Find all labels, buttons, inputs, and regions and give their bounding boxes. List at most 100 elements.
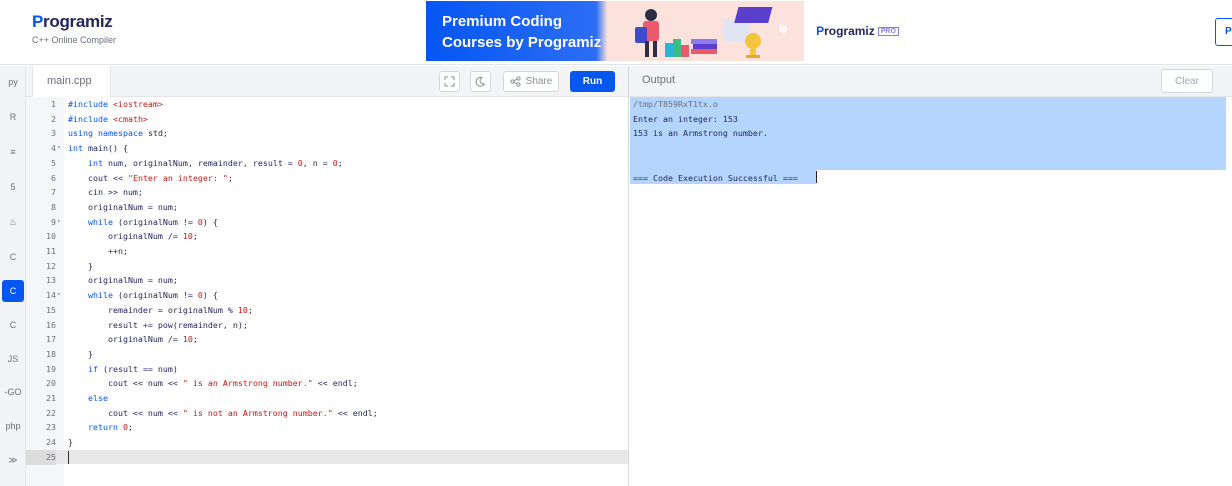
code-line[interactable]: 10 originalNum /= 10;: [26, 229, 628, 244]
output-line: === Code Execution Successful ===: [633, 172, 798, 183]
c-icon[interactable]: C: [2, 246, 24, 268]
code-line[interactable]: 7 cin >> num;: [26, 185, 628, 200]
code-text: }: [68, 437, 73, 448]
run-button[interactable]: Run: [570, 71, 615, 92]
line-number: 11: [46, 246, 56, 256]
clear-button[interactable]: Clear: [1161, 69, 1213, 93]
code-line[interactable]: 20 cout << num << " is an Armstrong numb…: [26, 376, 628, 391]
line-number: 16: [46, 319, 56, 330]
sql-icon[interactable]: ≡: [2, 141, 24, 163]
code-text: cout << num << " is not an Armstrong num…: [68, 407, 378, 418]
code-text: int num, originalNum, remainder, result …: [87, 157, 343, 168]
banner-title-line1: Premium Coding: [442, 13, 563, 30]
top-header: Programiz C++ Online Compiler Premium Co…: [0, 0, 1232, 65]
banner-title-line2: Courses by Programiz: [442, 34, 602, 51]
line-number: 12: [46, 260, 56, 271]
fold-arrow-icon[interactable]: ▾: [57, 288, 61, 303]
header-edge-button[interactable]: P: [1215, 18, 1232, 46]
banner-title: Premium Coding Courses by Programiz: [442, 11, 612, 53]
fold-arrow-icon[interactable]: ▾: [57, 141, 61, 156]
moon-icon: [475, 76, 486, 87]
code-line[interactable]: 1 #include <iostream>: [26, 97, 628, 112]
line-number: 3: [51, 128, 56, 139]
code-line[interactable]: 25: [26, 449, 628, 465]
line-number: 23: [46, 422, 56, 433]
fullscreen-icon: [444, 76, 455, 87]
line-number: 4: [51, 143, 56, 154]
text-cursor: [68, 450, 69, 464]
code-line[interactable]: 19 if (result == num): [26, 362, 628, 377]
promo-banner[interactable]: Premium Coding Courses by Programiz Prog…: [426, 1, 911, 61]
cpp-icon[interactable]: C: [2, 280, 24, 302]
code-line[interactable]: 9 ▾ while (originalNum != 0) {: [26, 215, 628, 230]
fullscreen-button[interactable]: [439, 71, 460, 92]
line-number: 18: [46, 348, 56, 359]
code-line[interactable]: 4 ▾ int main() {: [26, 141, 628, 156]
output-line: /tmp/T859RxT1tx.o: [633, 99, 718, 109]
r-icon[interactable]: R: [2, 106, 24, 128]
language-sidebar: py R ≡ 5 ♨ C C C JS -GO php ≫: [0, 66, 26, 486]
logo-text: rogramiz: [43, 12, 113, 31]
code-line[interactable]: 17 originalNum /= 10;: [26, 332, 628, 347]
python-icon[interactable]: py: [2, 71, 24, 93]
code-text: while (originalNum != 0) {: [87, 290, 218, 301]
line-number: 15: [46, 304, 56, 315]
output-console[interactable]: /tmp/T859RxT1tx.o Enter an integer: 153 15…: [629, 97, 1232, 486]
code-line[interactable]: 13 originalNum = num;: [26, 273, 628, 288]
php-icon[interactable]: php: [2, 415, 24, 437]
output-line: Enter an integer: 153: [633, 113, 738, 124]
code-text: #include <cmath>: [68, 113, 148, 124]
java-icon[interactable]: ♨: [2, 211, 24, 233]
compiler-subtitle: C++ Online Compiler: [32, 35, 117, 45]
code-text: }: [68, 348, 93, 359]
code-text: using namespace std;: [68, 128, 168, 139]
code-text: originalNum /= 10;: [68, 334, 198, 345]
code-line[interactable]: 16 result += pow(remainder, n);: [26, 318, 628, 333]
line-number: 1: [51, 99, 56, 109]
code-line[interactable]: 24}: [26, 435, 628, 450]
theme-toggle-button[interactable]: [470, 71, 491, 92]
pro-logo-letter: P: [816, 24, 825, 38]
banner-illustration: [635, 5, 801, 59]
code-line[interactable]: 5 int num, originalNum, remainder, resul…: [26, 156, 628, 171]
code-text: originalNum = num;: [68, 201, 178, 212]
code-line[interactable]: 21 else: [26, 391, 628, 406]
code-line[interactable]: 11 ++n;: [26, 244, 628, 259]
js-icon[interactable]: JS: [2, 348, 24, 370]
line-number: 7: [51, 187, 56, 198]
code-text: cout << num << " is an Armstrong number.…: [68, 378, 358, 389]
code-text: cin >> num;: [68, 187, 143, 198]
swift-icon[interactable]: ≫: [2, 449, 24, 471]
line-number: 13: [46, 275, 56, 286]
code-line[interactable]: 23 return 0;: [26, 420, 628, 435]
code-line[interactable]: 15 remainder = originalNum % 10;: [26, 303, 628, 318]
line-number: 8: [51, 201, 56, 212]
code-line[interactable]: 22 cout << num << " is not an Armstrong …: [26, 406, 628, 421]
line-number: 25: [26, 449, 56, 465]
line-number: 24: [46, 437, 56, 448]
line-number: 22: [46, 407, 56, 418]
csharp-icon[interactable]: C: [2, 314, 24, 336]
go-icon[interactable]: -GO: [2, 381, 24, 403]
code-line[interactable]: 6 cout << "Enter an integer: ";: [26, 171, 628, 186]
code-line[interactable]: 2 #include <cmath>: [26, 112, 628, 127]
line-number: 21: [46, 393, 56, 403]
share-button[interactable]: Share: [503, 71, 559, 92]
html-icon[interactable]: 5: [2, 176, 24, 198]
code-line[interactable]: 14 ▾ while (originalNum != 0) {: [26, 288, 628, 303]
line-number: 19: [46, 363, 56, 374]
share-icon: [510, 76, 521, 87]
fold-arrow-icon[interactable]: ▾: [57, 215, 61, 230]
code-editor[interactable]: 1 #include <iostream> 2 #include <cmath> 3 us…: [26, 97, 628, 486]
programiz-logo[interactable]: Programiz C++ Online Compiler: [32, 12, 116, 45]
file-tab-main-cpp[interactable]: main.cpp: [32, 66, 111, 97]
output-title: Output: [642, 74, 676, 86]
code-text: remainder = originalNum % 10;: [68, 304, 253, 315]
code-line[interactable]: 8 originalNum = num;: [26, 200, 628, 215]
line-number: 6: [51, 172, 56, 183]
code-text: return 0;: [87, 422, 133, 433]
share-label: Share: [525, 76, 553, 87]
code-line[interactable]: 18 }: [26, 347, 628, 362]
code-line[interactable]: 3 using namespace std;: [26, 126, 628, 141]
code-line[interactable]: 12 }: [26, 259, 628, 274]
